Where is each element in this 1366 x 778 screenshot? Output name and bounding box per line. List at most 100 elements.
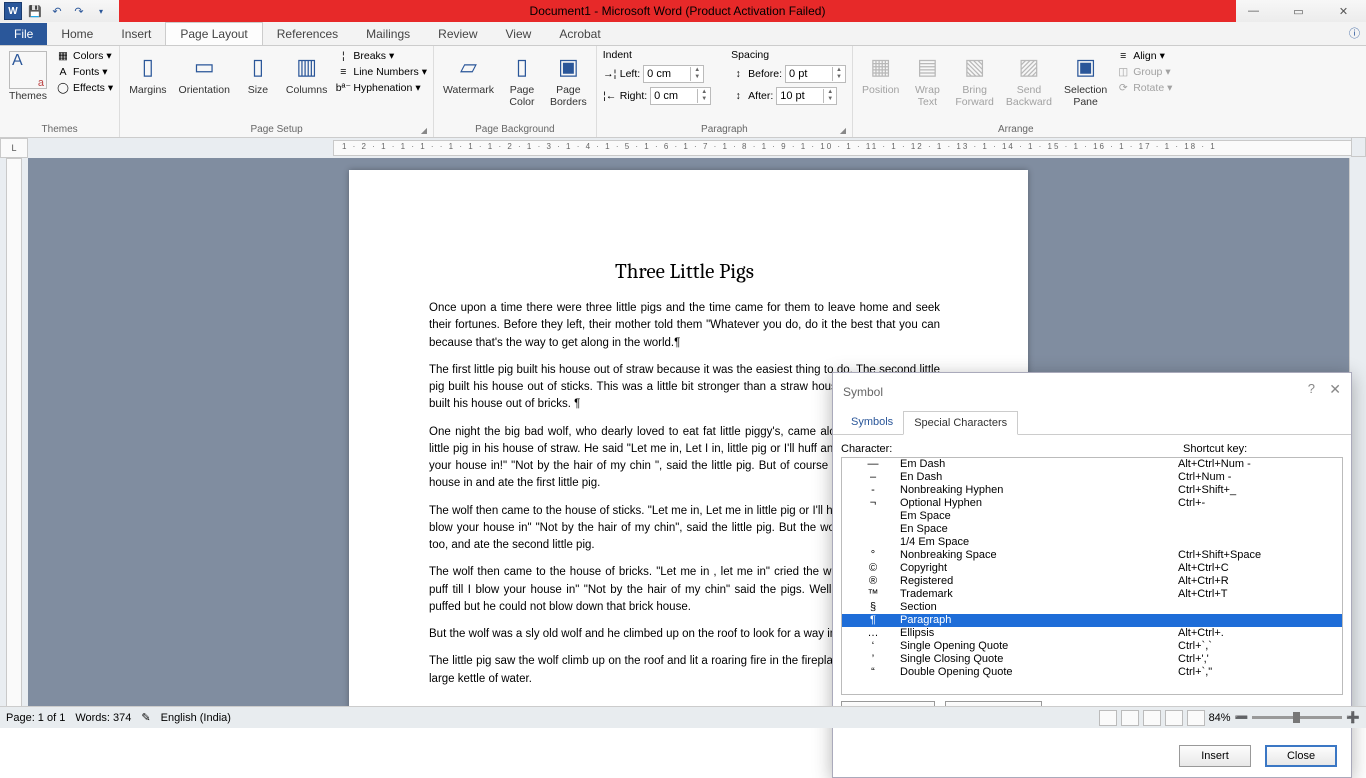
list-item[interactable]: ¶Paragraph: [842, 614, 1342, 627]
zoom-level[interactable]: 84%: [1209, 712, 1231, 724]
sendbackward-label: Send Backward: [1006, 84, 1052, 108]
group-arrange-label: Arrange: [859, 124, 1172, 137]
effects-button[interactable]: ◯Effects ▾: [56, 81, 113, 95]
zoom-slider[interactable]: [1252, 716, 1342, 719]
zoom-in-button[interactable]: ➕: [1346, 711, 1360, 724]
breaks-icon: ¦: [336, 49, 350, 63]
word-app-icon[interactable]: W: [4, 2, 22, 20]
bringforward-button: ▧Bring Forward: [952, 49, 997, 110]
list-item[interactable]: 1/4 Em Space: [842, 536, 1342, 549]
columns-label: Columns: [286, 84, 327, 96]
selectionpane-button[interactable]: ▣Selection Pane: [1061, 49, 1110, 110]
list-item[interactable]: Em Space: [842, 510, 1342, 523]
tab-insert[interactable]: Insert: [107, 23, 165, 45]
paragraph-launcher[interactable]: ◢: [840, 126, 846, 135]
orientation-button[interactable]: ▭Orientation: [176, 49, 233, 98]
view-weblayout-button[interactable]: [1143, 710, 1161, 726]
tab-view[interactable]: View: [492, 23, 546, 45]
rotate-button: ⟳Rotate ▾: [1116, 81, 1172, 95]
status-proofing-icon[interactable]: ✎: [141, 711, 150, 724]
special-characters-list[interactable]: —Em DashAlt+Ctrl+Num -–En DashCtrl+Num -…: [841, 457, 1343, 695]
undo-icon[interactable]: ↶: [48, 2, 66, 20]
ruler-toggle-button[interactable]: [1351, 137, 1366, 157]
status-words[interactable]: Words: 374: [75, 712, 131, 724]
view-outline-button[interactable]: [1165, 710, 1183, 726]
list-item[interactable]: —Em DashAlt+Ctrl+Num -: [842, 458, 1342, 471]
maximize-button[interactable]: ▭: [1276, 0, 1321, 22]
bringforward-icon: ▧: [959, 51, 991, 83]
linenumbers-button[interactable]: ≡Line Numbers ▾: [336, 65, 427, 79]
size-button[interactable]: ▯Size: [239, 49, 277, 98]
list-item[interactable]: –En DashCtrl+Num -: [842, 471, 1342, 484]
dialog-close-icon[interactable]: ✕: [1329, 381, 1341, 398]
group-pagebg-label: Page Background: [440, 124, 590, 137]
close-button[interactable]: ✕: [1321, 0, 1366, 22]
redo-icon[interactable]: ↷: [70, 2, 88, 20]
align-button[interactable]: ≡Align ▾: [1116, 49, 1172, 63]
colors-button[interactable]: ▦Colors ▾: [56, 49, 113, 63]
list-item[interactable]: §Section: [842, 601, 1342, 614]
themes-icon: [9, 51, 47, 89]
list-item[interactable]: °Nonbreaking SpaceCtrl+Shift+Space: [842, 549, 1342, 562]
spacing-title: Spacing: [731, 49, 846, 61]
tab-mailings[interactable]: Mailings: [352, 23, 424, 45]
indent-right-input[interactable]: ▲▼: [650, 87, 711, 105]
dialog-body: Character: Shortcut key: —Em DashAlt+Ctr…: [833, 435, 1351, 735]
dialog-titlebar[interactable]: Symbol ? ✕: [833, 373, 1351, 411]
status-language[interactable]: English (India): [161, 712, 231, 724]
list-item[interactable]: …EllipsisAlt+Ctrl+.: [842, 627, 1342, 640]
pagecolor-label: Page Color: [509, 84, 534, 108]
qat-customize-icon[interactable]: ▾: [92, 2, 110, 20]
list-item[interactable]: ‘Single Opening QuoteCtrl+`,`: [842, 640, 1342, 653]
save-icon[interactable]: 💾: [26, 2, 44, 20]
dialog-title: Symbol: [843, 385, 883, 399]
list-item[interactable]: ’Single Closing QuoteCtrl+',': [842, 653, 1342, 666]
tab-references[interactable]: References: [263, 23, 352, 45]
dialog-tab-symbols[interactable]: Symbols: [841, 411, 903, 434]
spacing-after-label: After:: [748, 90, 773, 102]
status-page[interactable]: Page: 1 of 1: [6, 712, 65, 724]
list-item[interactable]: ©CopyrightAlt+Ctrl+C: [842, 562, 1342, 575]
dialog-tab-special[interactable]: Special Characters: [903, 411, 1018, 435]
spacing-after-input[interactable]: ▲▼: [776, 87, 837, 105]
ribbon-tabs: File Home Insert Page Layout References …: [0, 22, 1366, 46]
pageborders-button[interactable]: ▣Page Borders: [547, 49, 590, 110]
orientation-label: Orientation: [179, 84, 230, 96]
list-item[interactable]: ®RegisteredAlt+Ctrl+R: [842, 575, 1342, 588]
pagesetup-launcher[interactable]: ◢: [421, 126, 427, 135]
margins-button[interactable]: ▯Margins: [126, 49, 169, 98]
fonts-button[interactable]: AFonts ▾: [56, 65, 113, 79]
tab-home[interactable]: Home: [47, 23, 107, 45]
minimize-button[interactable]: ―: [1231, 0, 1276, 22]
themes-button[interactable]: Themes: [6, 49, 50, 104]
hyphenation-button[interactable]: bª⁻Hyphenation ▾: [336, 81, 427, 95]
list-item[interactable]: -Nonbreaking HyphenCtrl+Shift+_: [842, 484, 1342, 497]
dialog-help-icon[interactable]: ?: [1308, 381, 1315, 396]
spacing-before-input[interactable]: ▲▼: [785, 65, 846, 83]
tab-review[interactable]: Review: [424, 23, 491, 45]
list-item[interactable]: ¬Optional HyphenCtrl+-: [842, 497, 1342, 510]
breaks-button[interactable]: ¦Breaks ▾: [336, 49, 427, 63]
view-fullscreen-button[interactable]: [1121, 710, 1139, 726]
rotate-icon: ⟳: [1116, 81, 1130, 95]
help-icon[interactable]: ⓘ: [1349, 25, 1360, 41]
list-item[interactable]: En Space: [842, 523, 1342, 536]
columns-button[interactable]: ▥Columns: [283, 49, 330, 98]
view-printlayout-button[interactable]: [1099, 710, 1117, 726]
watermark-button[interactable]: ▱Watermark: [440, 49, 497, 98]
tab-selector[interactable]: L: [0, 138, 28, 158]
view-draft-button[interactable]: [1187, 710, 1205, 726]
horizontal-ruler-area: L 1 · 2 · 1 · 1 · 1 · · 1 · 1 · 1 · 2 · …: [0, 138, 1366, 158]
list-item[interactable]: ™TrademarkAlt+Ctrl+T: [842, 588, 1342, 601]
zoom-out-button[interactable]: ➖: [1235, 711, 1249, 724]
list-item[interactable]: “Double Opening QuoteCtrl+`,": [842, 666, 1342, 679]
tab-pagelayout[interactable]: Page Layout: [165, 22, 262, 45]
pagecolor-button[interactable]: ▯Page Color: [503, 49, 541, 110]
insert-button[interactable]: Insert: [1179, 745, 1251, 767]
tab-acrobat[interactable]: Acrobat: [545, 23, 614, 45]
horizontal-ruler[interactable]: 1 · 2 · 1 · 1 · 1 · · 1 · 1 · 1 · 2 · 1 …: [333, 140, 1366, 156]
close-dialog-button[interactable]: Close: [1265, 745, 1337, 767]
vertical-ruler[interactable]: [6, 158, 22, 708]
indent-left-input[interactable]: ▲▼: [643, 65, 704, 83]
tab-file[interactable]: File: [0, 23, 47, 45]
